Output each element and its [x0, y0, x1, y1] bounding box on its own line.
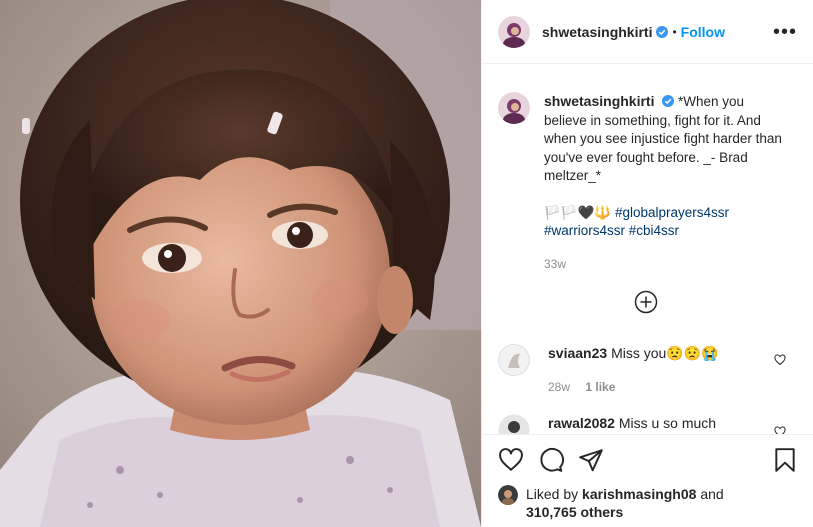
comment-icon[interactable]: [538, 447, 564, 473]
post-header: shwetasinghkirti • Follow •••: [482, 0, 813, 64]
author-username[interactable]: shwetasinghkirti: [542, 24, 652, 40]
comment-like-heart-icon[interactable]: [774, 426, 786, 434]
post-actions: Liked by karishmasingh08 and 310,765 oth…: [482, 434, 813, 521]
post-photo[interactable]: [0, 0, 481, 527]
verified-badge-icon: [662, 95, 675, 107]
author-avatar[interactable]: [498, 15, 530, 48]
caption-timestamp[interactable]: 33w: [544, 255, 784, 274]
comment-username[interactable]: sviaan23: [548, 345, 607, 361]
comment-item: rawal2082 Miss u so much: [498, 414, 798, 434]
hashtag-link[interactable]: #cbi4ssr: [629, 223, 679, 238]
comment-meta: 28w 1 like: [548, 378, 768, 396]
child-portrait-image: [0, 0, 481, 527]
caption-username[interactable]: shwetasinghkirti: [544, 93, 654, 109]
post-side-panel: shwetasinghkirti • Follow ••• shwetasing…: [481, 0, 813, 527]
plus-circle-icon[interactable]: [634, 290, 658, 314]
caption-author-avatar[interactable]: [498, 92, 530, 124]
comment-timestamp[interactable]: 28w: [548, 380, 570, 394]
likes-text: Liked by karishmasingh08 and 310,765 oth…: [526, 485, 724, 521]
comment-body: rawal2082 Miss u so much: [548, 414, 768, 434]
instagram-post: shwetasinghkirti • Follow ••• shwetasing…: [0, 0, 813, 527]
follow-button[interactable]: Follow: [681, 24, 725, 40]
comments-section: shwetasinghkirti *When you believe in so…: [482, 64, 813, 434]
caption-hashtag-line: 🏳️🏳️🖤🔱 #globalprayers4ssr #warriors4ssr …: [544, 204, 784, 241]
comment-like-heart-icon[interactable]: [774, 354, 786, 366]
liker-avatar[interactable]: [498, 485, 518, 505]
hashtag-link[interactable]: #globalprayers4ssr: [615, 205, 729, 220]
hashtag-link[interactable]: #warriors4ssr: [544, 223, 625, 238]
liker-username[interactable]: karishmasingh08: [582, 486, 696, 502]
caption-emojis: 🏳️🏳️🖤🔱: [544, 204, 615, 220]
comment-username[interactable]: rawal2082: [548, 415, 615, 431]
comment-body: sviaan23 Miss you😟😟😭 28w 1 like: [548, 344, 768, 396]
header-separator: •: [672, 24, 677, 39]
likes-summary: Liked by karishmasingh08 and 310,765 oth…: [482, 485, 813, 521]
caption-text-block: shwetasinghkirti *When you believe in so…: [544, 92, 784, 273]
action-icons-row: [482, 435, 813, 485]
comment-text: Miss u so much: [618, 415, 717, 431]
comment-likes[interactable]: 1 like: [585, 380, 615, 394]
commenter-avatar[interactable]: [498, 344, 530, 376]
share-icon[interactable]: [578, 447, 604, 473]
commenter-avatar[interactable]: [498, 414, 530, 434]
comment-item: sviaan23 Miss you😟😟😭 28w 1 like: [498, 344, 798, 396]
caption: shwetasinghkirti *When you believe in so…: [482, 64, 813, 273]
comment-text: Miss you😟😟😭: [611, 345, 719, 361]
likes-count[interactable]: 310,765 others: [526, 504, 623, 520]
more-options-icon[interactable]: •••: [773, 22, 797, 42]
bookmark-icon[interactable]: [772, 447, 798, 473]
likes-conjunction: and: [700, 486, 724, 502]
verified-badge-icon: [656, 25, 669, 38]
likes-prefix: Liked by: [526, 486, 579, 502]
heart-icon[interactable]: [498, 447, 524, 473]
